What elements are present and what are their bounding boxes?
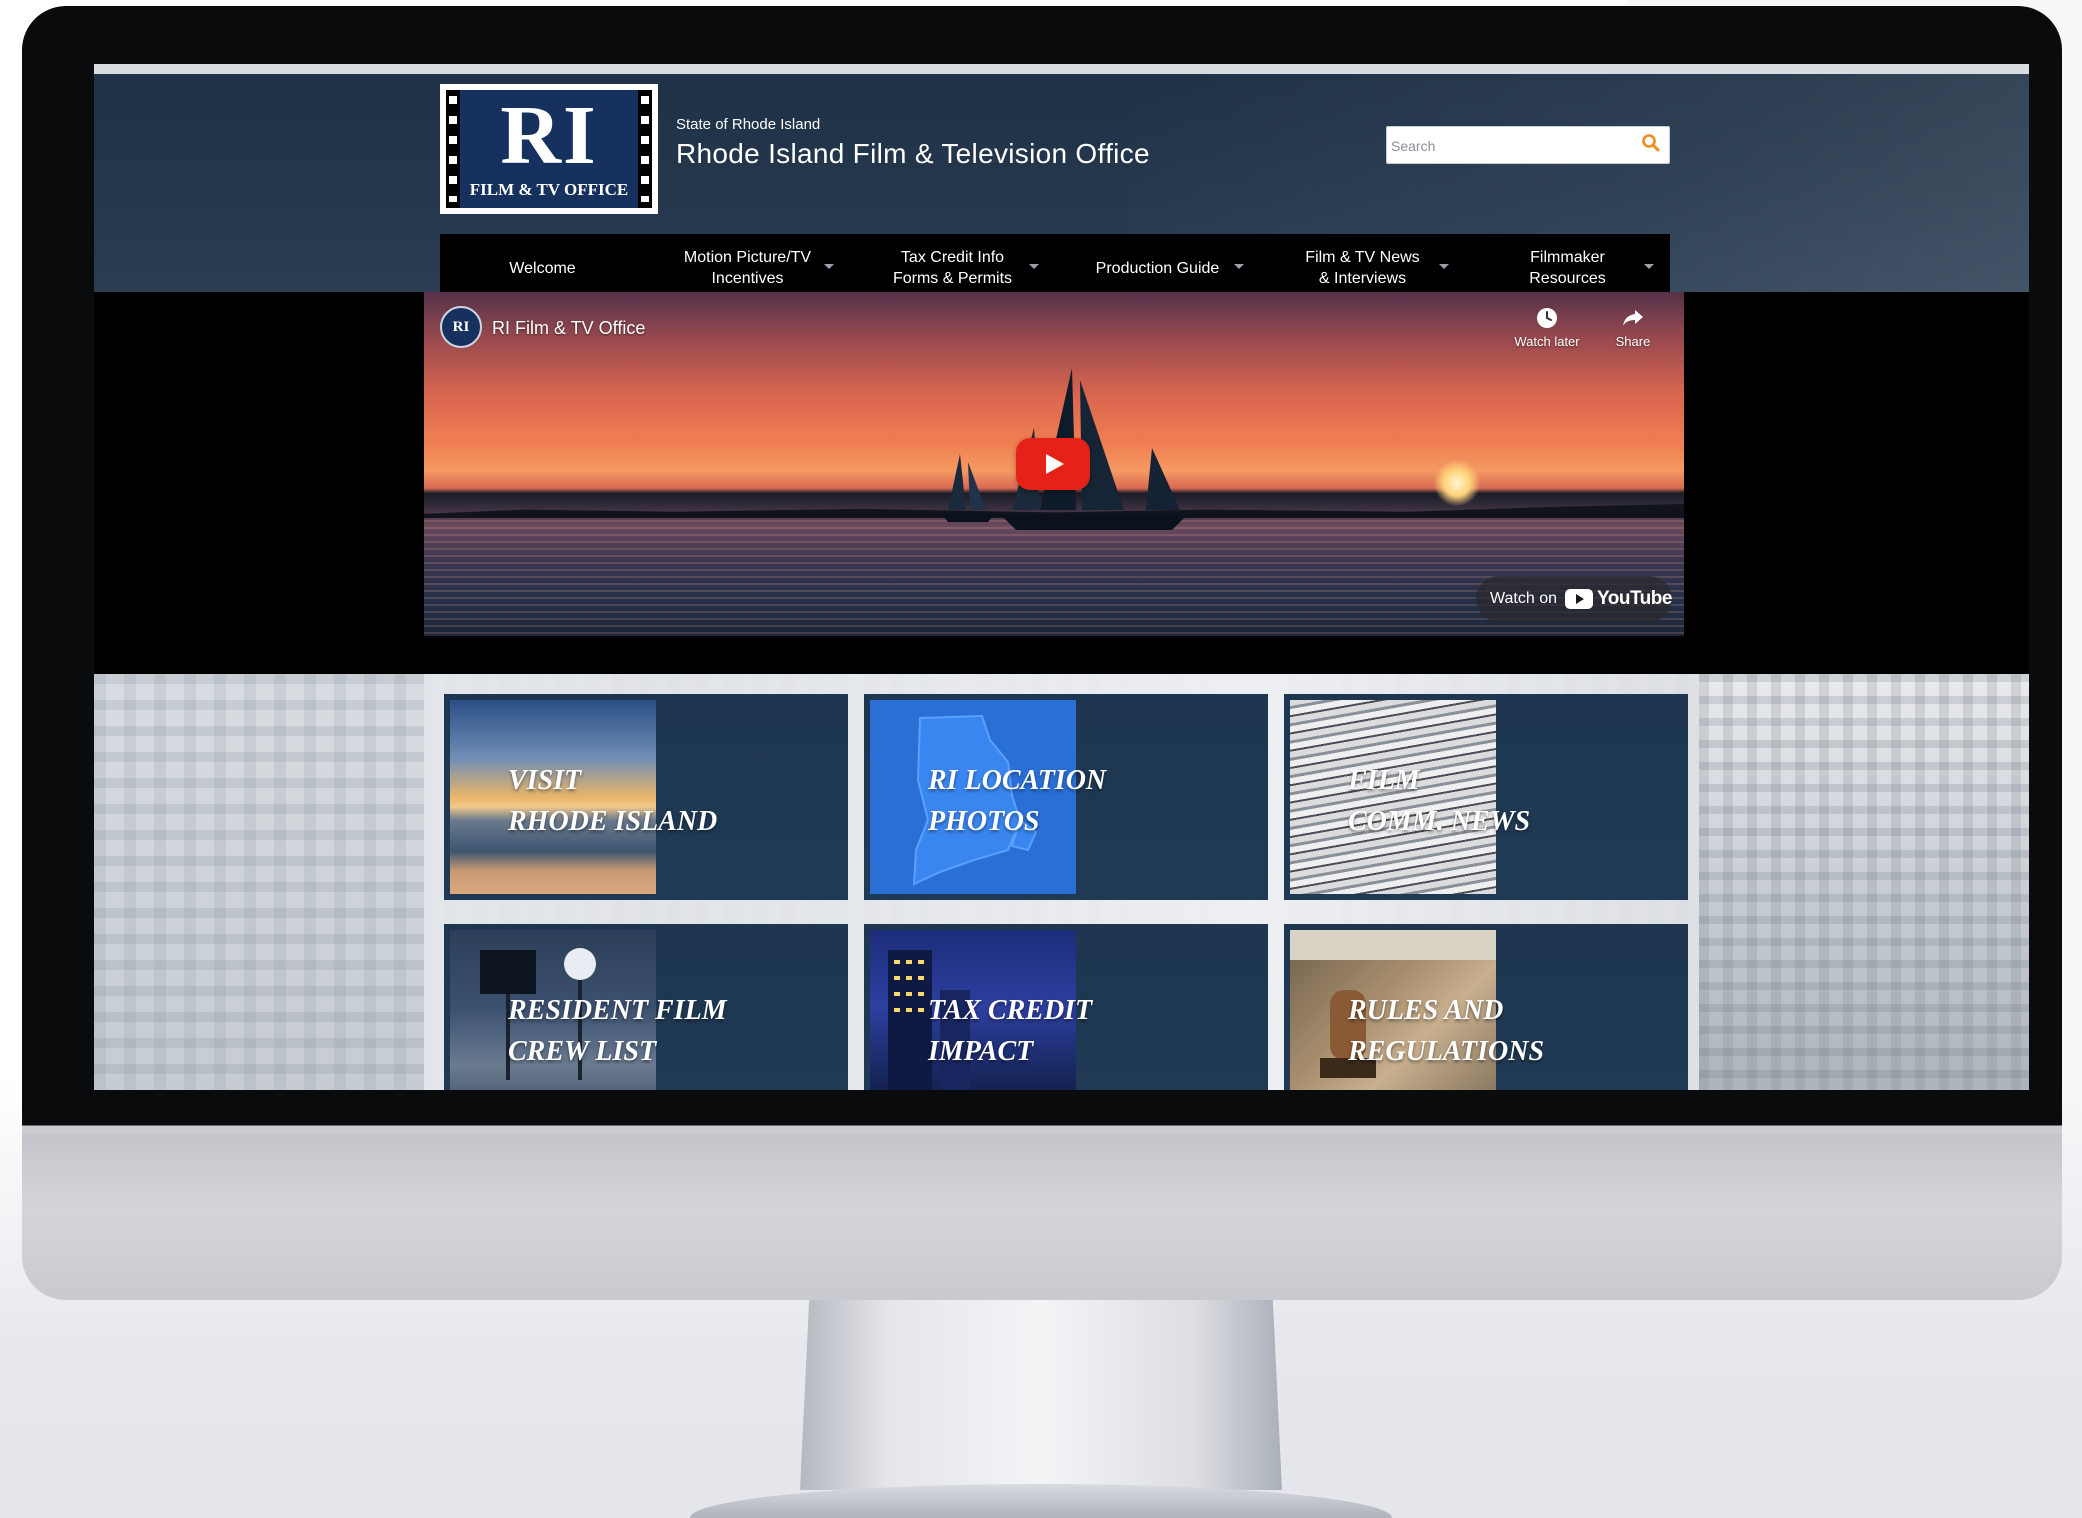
site-header: RI FILM & TV OFFICE State of Rhode Islan… — [94, 74, 2029, 302]
chevron-down-icon — [1644, 264, 1654, 269]
watch-later-button[interactable]: Watch later — [1502, 306, 1592, 349]
monitor-frame: RI FILM & TV OFFICE State of Rhode Islan… — [22, 6, 2062, 1300]
monitor-stand — [800, 1290, 1282, 1490]
monitor-chin — [22, 1134, 2062, 1300]
site-logo[interactable]: RI FILM & TV OFFICE — [440, 84, 658, 214]
clock-icon — [1537, 308, 1557, 328]
tile-visit-rhode-island[interactable]: VISIT RHODE ISLAND — [444, 694, 848, 900]
nav-label: Filmmaker Resources — [1529, 249, 1606, 287]
nav-label: Tax Credit Info Forms & Permits — [892, 249, 1013, 287]
sun — [1434, 460, 1480, 506]
city-background-left — [94, 674, 424, 1090]
tile-rules-and-regulations[interactable]: RULES AND REGULATIONS — [1284, 924, 1688, 1090]
share-label: Share — [1615, 334, 1651, 349]
nav-label: Production Guide — [1095, 259, 1220, 277]
chevron-down-icon — [1234, 264, 1244, 269]
nav-label: Welcome — [509, 259, 576, 277]
search-box — [1386, 126, 1670, 164]
quick-links-section: VISIT RHODE ISLAND RI LOCATION PHOTOS FI… — [94, 674, 2029, 1090]
share-button[interactable]: Share — [1588, 306, 1678, 349]
city-background-right — [1699, 674, 2029, 1090]
chevron-down-icon — [824, 264, 834, 269]
tile-label: RI LOCATION PHOTOS — [928, 765, 1107, 837]
youtube-wordmark: YouTube — [1597, 588, 1672, 609]
nav-label: Motion Picture/TV Incentives — [683, 249, 812, 287]
video-section: RI RI Film & TV Office Watch later Share — [94, 292, 2029, 674]
tile-film-comm-news[interactable]: FILM COMM. NEWS — [1284, 694, 1688, 900]
channel-avatar[interactable]: RI — [440, 306, 482, 348]
state-label: State of Rhode Island — [676, 116, 821, 133]
tile-ri-location-photos[interactable]: RI LOCATION PHOTOS — [864, 694, 1268, 900]
play-button[interactable] — [1016, 438, 1090, 490]
tile-label: RULES AND REGULATIONS — [1348, 995, 1545, 1067]
youtube-icon — [1565, 589, 1593, 609]
logo-subtext: FILM & TV OFFICE — [469, 180, 629, 199]
screen: RI FILM & TV OFFICE State of Rhode Islan… — [94, 64, 2029, 1090]
watch-on-label: Watch on — [1490, 590, 1557, 607]
watch-later-label: Watch later — [1514, 334, 1580, 349]
nav-label: Film & TV News & Interviews — [1305, 249, 1420, 287]
watch-on-youtube-button[interactable]: Watch on YouTube — [1476, 576, 1672, 622]
tile-label: TAX CREDIT IMPACT — [928, 995, 1093, 1067]
browser-top-line — [94, 64, 2029, 74]
chevron-down-icon — [1439, 264, 1449, 269]
tile-label: RESIDENT FILM CREW LIST — [508, 995, 727, 1067]
page-title[interactable]: Rhode Island Film & Television Office — [676, 138, 1150, 170]
logo-text: RI — [500, 89, 598, 182]
chevron-down-icon — [1029, 264, 1039, 269]
search-input[interactable] — [1391, 133, 1631, 159]
tile-resident-film-crew-list[interactable]: RESIDENT FILM CREW LIST — [444, 924, 848, 1090]
tile-label: VISIT RHODE ISLAND — [508, 765, 718, 837]
youtube-embed[interactable]: RI RI Film & TV Office Watch later Share — [424, 292, 1684, 636]
share-icon — [1623, 310, 1643, 326]
tile-tax-credit-impact[interactable]: TAX CREDIT IMPACT — [864, 924, 1268, 1090]
tile-label: FILM COMM. NEWS — [1348, 765, 1531, 837]
channel-name[interactable]: RI Film & TV Office — [492, 318, 645, 339]
search-icon[interactable] — [1641, 133, 1661, 153]
